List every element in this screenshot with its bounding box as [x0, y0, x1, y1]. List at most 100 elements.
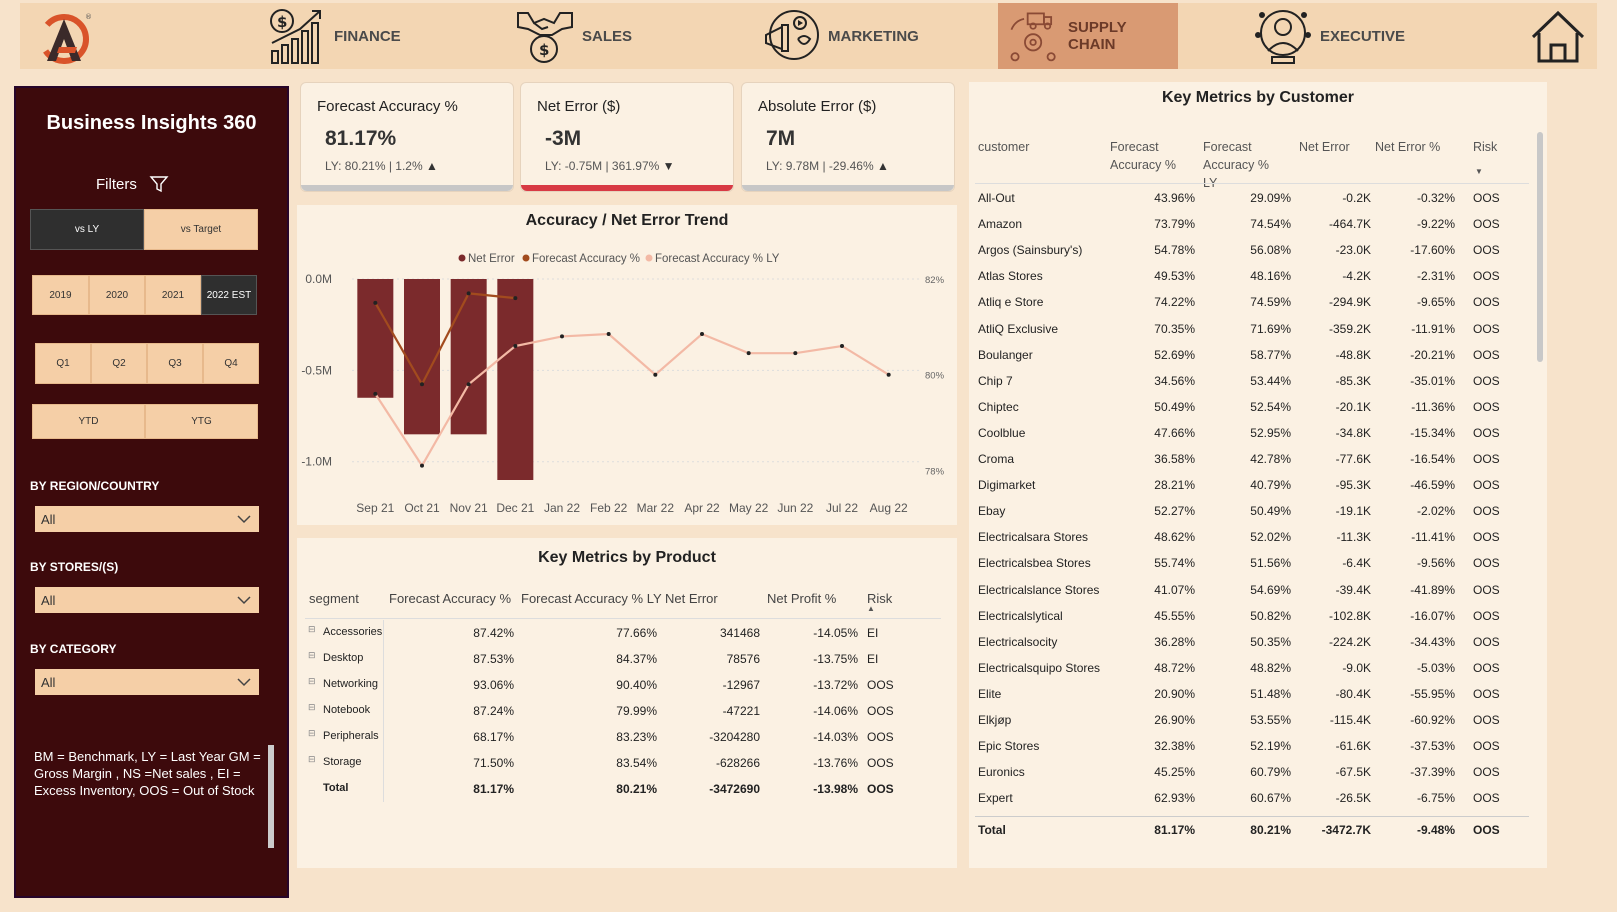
kpi-value: 7M — [766, 127, 796, 150]
kpi-absolute-error: Absolute Error ($) 7M LY: 9.78M | -29.46… — [741, 82, 955, 192]
supply-chain-icon — [1010, 12, 1056, 62]
forecast-accuracy-point — [513, 296, 518, 301]
risk-cell: OOS — [1473, 504, 1500, 519]
category-dropdown-value: All — [41, 674, 56, 690]
table-cell: -34.43% — [1410, 634, 1455, 649]
risk-cell: OOS — [1473, 660, 1500, 675]
total-divider — [975, 816, 1529, 817]
trend-down-icon: ▼ — [662, 159, 675, 173]
nav-executive[interactable]: EXECUTIVE — [1252, 3, 1405, 69]
kpi-title: Forecast Accuracy % — [317, 98, 458, 115]
forecast-accuracy-ly-point — [606, 332, 611, 337]
table-cell: -16.07% — [1410, 608, 1455, 623]
ytd-button[interactable]: YTD — [32, 404, 145, 439]
risk-cell: OOS — [1473, 399, 1500, 414]
risk-cell: OOS — [867, 704, 894, 718]
table-cell: -60.92% — [1410, 713, 1455, 727]
nav-finance[interactable]: $ FINANCE — [266, 3, 401, 69]
header-divider — [305, 618, 941, 619]
kpi-net-error: Net Error ($) -3M LY: -0.75M | 361.97% ▼ — [520, 82, 734, 192]
risk-cell: OOS — [1473, 765, 1500, 780]
table-cell: -55.95% — [1410, 686, 1455, 701]
year-2020-button[interactable]: 2020 — [89, 275, 145, 315]
table-cell: -6.75% — [1416, 791, 1455, 806]
column-header: Risk — [1473, 140, 1498, 154]
svg-text:$: $ — [277, 13, 287, 31]
table-cell: -0.32% — [1416, 191, 1455, 205]
q2-button[interactable]: Q2 — [91, 343, 147, 384]
risk-cell: OOS — [1473, 791, 1500, 806]
svg-text:®: ® — [85, 13, 92, 21]
nav-marketing[interactable]: MARKETING — [760, 3, 919, 69]
legend-label: Forecast Accuracy % LY — [655, 253, 780, 265]
home-icon[interactable] — [1529, 9, 1587, 65]
kpi-forecast-accuracy: Forecast Accuracy % 81.17% LY: 80.21% | … — [300, 82, 514, 192]
table-cell: -9.48% — [1416, 823, 1455, 837]
table-cell: -15.34% — [1410, 425, 1455, 440]
risk-cell: OOS — [1473, 373, 1500, 388]
net-error-bar — [404, 279, 440, 435]
risk-cell: OOS — [1473, 608, 1500, 623]
nav-supply-chain[interactable]: SUPPLY CHAIN — [998, 3, 1178, 69]
category-dropdown[interactable]: All — [35, 669, 259, 695]
trend-up-icon: ▲ — [876, 159, 889, 173]
table-cell: -14.05% — [813, 626, 858, 640]
forecast-accuracy-line — [374, 292, 516, 387]
x-tick-label: Aug 22 — [870, 501, 908, 515]
region-filter-label: BY REGION/COUNTRY — [30, 479, 160, 493]
table-cell: -11.36% — [1411, 399, 1455, 414]
year-2021-button[interactable]: 2021 — [145, 275, 201, 315]
q3-button[interactable]: Q3 — [147, 343, 203, 384]
filter-funnel-icon[interactable] — [149, 174, 169, 194]
table-cell: -37.53% — [1410, 739, 1455, 754]
risk-cell: OOS — [867, 756, 894, 770]
table-cell: -13.72% — [813, 678, 858, 692]
x-tick-label: Dec 21 — [496, 501, 534, 515]
vs-target-button[interactable]: vs Target — [144, 209, 258, 250]
risk-cell: OOS — [867, 678, 894, 692]
nav-sales[interactable]: $ SALES — [514, 3, 632, 69]
chevron-down-icon — [237, 678, 251, 687]
legend-marker — [458, 254, 466, 262]
risk-cell: OOS — [1473, 556, 1500, 571]
risk-cell: OOS — [1473, 530, 1500, 545]
trend-chart[interactable]: Net Error Forecast Accuracy % Forecast Acc… — [297, 205, 957, 525]
customer-table-scrollbar[interactable] — [1537, 132, 1543, 362]
y-right-tick-label: 82% — [925, 275, 945, 286]
risk-cell: OOS — [1473, 686, 1500, 701]
risk-cell: OOS — [1473, 191, 1500, 205]
legend-label: Net Error — [468, 253, 515, 265]
risk-cell: OOS — [1473, 823, 1500, 837]
region-dropdown[interactable]: All — [35, 506, 259, 532]
year-2022-est-button[interactable]: 2022 EST — [201, 275, 257, 315]
q4-button[interactable]: Q4 — [203, 343, 259, 384]
column-header: Net Profit % — [767, 591, 837, 606]
nav-supply-chain-label: SUPPLY CHAIN — [1067, 19, 1127, 53]
atliq-logo-icon[interactable]: ® — [37, 9, 97, 65]
nav-executive-label: EXECUTIVE — [1320, 27, 1406, 45]
filters-label: Filters — [96, 175, 137, 193]
risk-cell: OOS — [1473, 582, 1500, 597]
ytg-button[interactable]: YTG — [145, 404, 258, 439]
nav-sales-label: SALES — [582, 27, 633, 45]
table-cell: -5.03% — [1416, 660, 1455, 675]
trend-chart-panel: Accuracy / Net Error Trend Net Error Fore… — [297, 205, 957, 525]
q1-button[interactable]: Q1 — [35, 343, 91, 384]
forecast-accuracy-point — [373, 300, 378, 305]
year-2019-button[interactable]: 2019 — [32, 275, 89, 315]
vs-ly-button[interactable]: vs LY — [30, 209, 144, 250]
x-tick-label: Apr 22 — [684, 501, 720, 515]
stores-dropdown[interactable]: All — [35, 587, 259, 613]
kpi-value: 81.17% — [325, 127, 397, 150]
column-header: Net Error — [1299, 140, 1350, 154]
table-cell: -14.03% — [813, 730, 858, 744]
sidebar-scrollbar[interactable] — [268, 745, 274, 848]
table-cell: -9.65% — [1416, 295, 1455, 310]
kpi-ly: LY: 80.21% | 1.2% ▲ — [325, 159, 497, 173]
x-tick-label: Nov 21 — [450, 501, 488, 515]
risk-cell: EI — [867, 652, 879, 666]
product-table: segment Forecast Accuracy % Forecast Accur… — [297, 538, 957, 868]
risk-cell: OOS — [1473, 347, 1500, 362]
table-cell: -11.41% — [1411, 530, 1455, 545]
legend-marker — [522, 254, 530, 262]
